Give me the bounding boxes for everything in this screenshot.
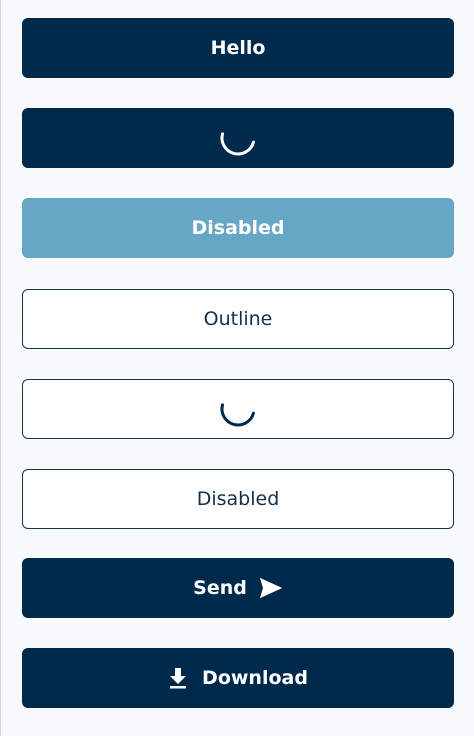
disabled-solid-button[interactable]: Disabled — [22, 198, 454, 258]
loading-outline-button[interactable] — [22, 379, 454, 439]
disabled-solid-button-label: Disabled — [191, 217, 285, 239]
send-button-label: Send — [193, 577, 247, 599]
disabled-outline-button[interactable]: Disabled — [22, 469, 454, 529]
hello-button-label: Hello — [210, 37, 266, 59]
disabled-outline-button-label: Disabled — [196, 488, 280, 510]
download-icon — [168, 667, 188, 689]
outline-button-label: Outline — [203, 308, 273, 330]
spinner-icon — [218, 389, 258, 429]
download-button-label: Download — [202, 667, 308, 689]
spinner-icon — [218, 118, 258, 158]
send-icon — [259, 577, 283, 599]
send-button[interactable]: Send — [22, 558, 454, 618]
outline-button[interactable]: Outline — [22, 289, 454, 349]
download-button[interactable]: Download — [22, 648, 454, 708]
loading-solid-button[interactable] — [22, 108, 454, 168]
hello-button[interactable]: Hello — [22, 18, 454, 78]
